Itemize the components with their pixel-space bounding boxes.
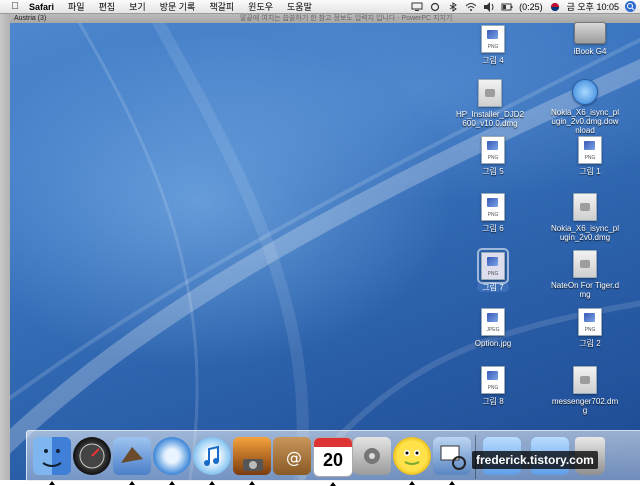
desktop-background <box>0 0 640 480</box>
korean-flag-icon[interactable] <box>549 2 561 12</box>
apple-menu-icon[interactable]:  <box>8 1 22 12</box>
menu-history[interactable]: 방문 기록 <box>153 0 203 13</box>
background-window-edge <box>0 13 10 480</box>
desktop-icon-그림4[interactable]: PNG 그림 4 <box>458 25 528 65</box>
ical-icon[interactable]: 20 <box>313 437 353 486</box>
desktop-icon-option-jpg[interactable]: JPEG Option.jpg <box>458 308 528 348</box>
png-file-icon: PNG <box>481 366 505 394</box>
desktop-icon-그림1[interactable]: PNG 그림 1 <box>555 136 625 176</box>
menu-edit[interactable]: 편집 <box>92 0 123 13</box>
background-safari-window[interactable]: Austria (3) 말끝에 여치는 씁쓸하기 한 참고 정보도 입력지 입니… <box>10 13 640 23</box>
volume-icon[interactable] <box>483 1 495 12</box>
menu-bar:  Safari 파일 편집 보기 방문 기록 책갈피 윈도우 도움말 (0:2… <box>0 0 640 14</box>
disk-image-icon <box>573 366 597 394</box>
ical-date: 20 <box>322 450 344 470</box>
desktop-icon-그림2[interactable]: PNG 그림 2 <box>555 308 625 348</box>
preview-icon[interactable] <box>433 437 471 485</box>
desktop-icon-messenger702[interactable]: messenger702.dmg <box>550 366 620 415</box>
menu-view[interactable]: 보기 <box>122 0 153 13</box>
menu-window[interactable]: 윈도우 <box>241 0 280 13</box>
battery-icon[interactable] <box>501 2 513 12</box>
desktop-icon-그림5[interactable]: PNG 그림 5 <box>458 136 528 176</box>
desktop-icon-그림6[interactable]: PNG 그림 6 <box>458 193 528 233</box>
desktop-icon-nateon[interactable]: NateOn For Tiger.dmg <box>550 250 620 299</box>
menu-extras: (0:25) 금 오후 10:05 <box>411 0 636 13</box>
desktop-icon-nokia-download[interactable]: Nokia_X6_isync_plugin_2v0.dmg.download <box>550 79 620 135</box>
desktop-swoosh-decoration <box>0 0 640 480</box>
display-icon[interactable] <box>411 2 423 12</box>
png-file-icon: PNG <box>578 136 602 164</box>
disk-image-icon <box>478 79 502 107</box>
wifi-icon[interactable] <box>465 2 477 12</box>
png-file-icon: PNG <box>477 248 509 284</box>
address-book-icon[interactable]: @ <box>273 437 311 475</box>
jpeg-file-icon: JPEG <box>481 308 505 336</box>
iphoto-icon[interactable] <box>233 437 271 485</box>
menu-help[interactable]: 도움말 <box>280 0 319 13</box>
menu-bookmarks[interactable]: 책갈피 <box>202 0 241 13</box>
battery-time[interactable]: (0:25) <box>519 2 543 12</box>
sync-icon[interactable] <box>429 2 441 12</box>
png-file-icon: PNG <box>578 308 602 336</box>
disk-image-icon <box>573 193 597 221</box>
mail-icon[interactable] <box>113 437 151 485</box>
desktop-icon-그림7-selected[interactable]: PNG 그림 7 <box>458 248 528 293</box>
watermark-text: frederick.tistory.com <box>472 451 598 469</box>
download-icon <box>572 79 598 105</box>
finder-icon[interactable] <box>33 437 71 485</box>
safari-icon[interactable] <box>153 437 191 485</box>
desktop-icon-ibook[interactable]: iBook G4 <box>555 22 625 56</box>
background-window-tab: Austria (3) <box>14 14 47 22</box>
dashboard-icon[interactable] <box>73 437 111 475</box>
desktop-icon-hp-installer[interactable]: HP_Installer_DJD2600_v10.0.dmg <box>455 79 525 128</box>
svg-text:@: @ <box>286 448 302 467</box>
disk-image-icon <box>573 250 597 278</box>
menu-file[interactable]: 파일 <box>61 0 92 13</box>
hard-disk-icon <box>574 22 606 44</box>
menu-safari[interactable]: Safari <box>22 2 61 12</box>
itunes-icon[interactable] <box>193 437 231 485</box>
png-file-icon: PNG <box>481 193 505 221</box>
desktop-icon-그림8[interactable]: PNG 그림 8 <box>458 366 528 406</box>
menu-clock[interactable]: 금 오후 10:05 <box>567 0 619 13</box>
background-window-title: 말끝에 여치는 씁쓸하기 한 참고 정보도 입력지 입니다 - PowerPC … <box>240 15 453 22</box>
messenger-icon[interactable] <box>393 437 431 485</box>
png-file-icon: PNG <box>481 136 505 164</box>
png-file-icon: PNG <box>481 25 505 53</box>
system-preferences-icon[interactable] <box>353 437 391 475</box>
bluetooth-icon[interactable] <box>447 1 459 12</box>
desktop-icon-nokia-dmg[interactable]: Nokia_X6_isync_plugin_2v0.dmg <box>550 193 620 242</box>
spotlight-icon[interactable] <box>625 1 636 12</box>
